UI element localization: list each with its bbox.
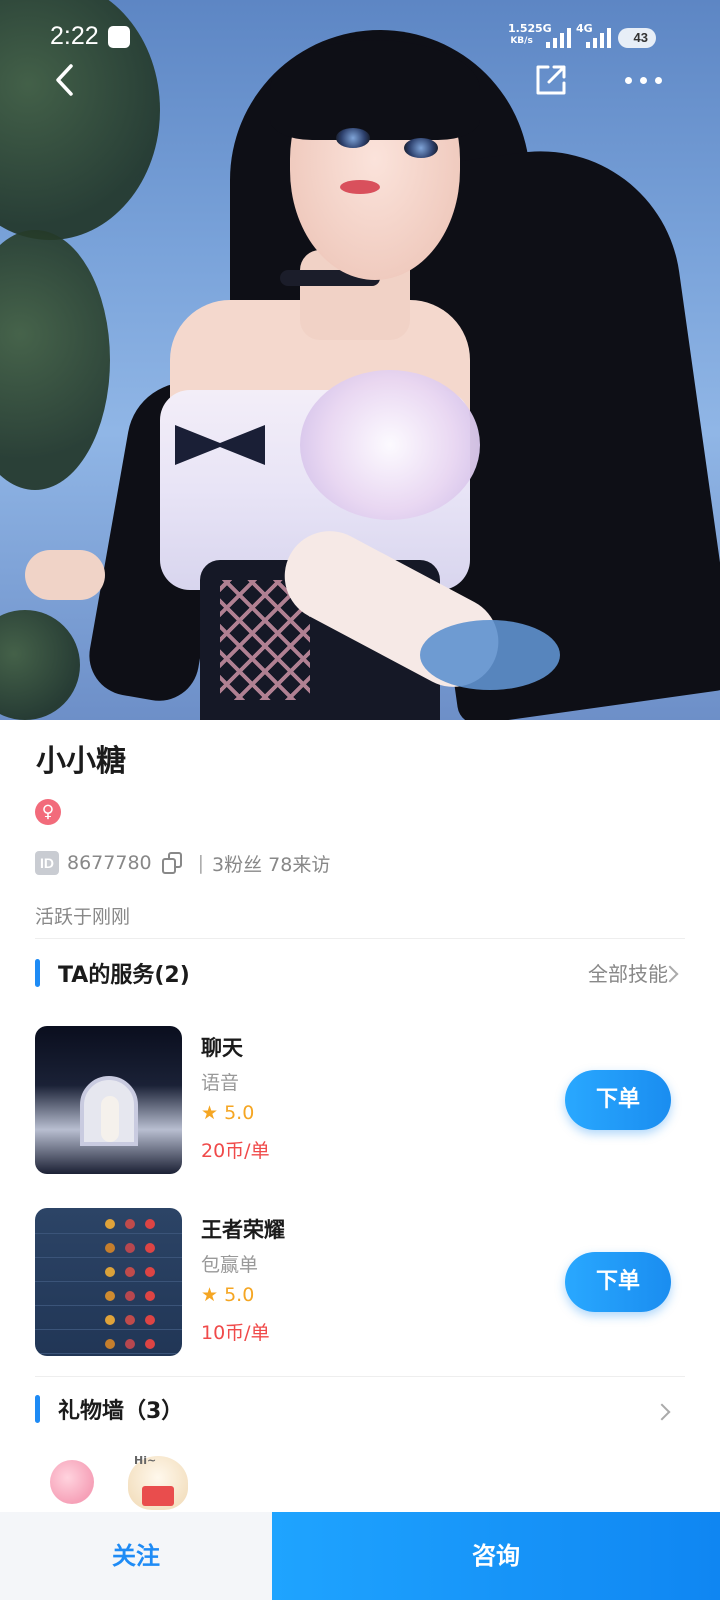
skirt: [420, 620, 560, 690]
signal-icon: [546, 28, 571, 48]
divider: [35, 938, 685, 939]
user-id: 8677780: [67, 852, 152, 874]
service-rating: ★ 5.0: [201, 1284, 254, 1306]
female-gender-icon: ♀: [35, 799, 61, 825]
share-icon: [536, 65, 566, 95]
tree-foliage: [0, 230, 110, 490]
bottom-action-bar: 关注 咨询: [0, 1512, 720, 1600]
service-thumbnail: [35, 1208, 182, 1356]
more-dots-icon: [624, 76, 662, 84]
service-subtitle: 语音: [201, 1072, 240, 1094]
service-rating: ★ 5.0: [201, 1102, 254, 1124]
gift-wall-section-title: 礼物墙（3）: [35, 1392, 183, 1426]
service-title: 王者荣耀: [201, 1218, 285, 1242]
divider: [35, 1376, 685, 1377]
fans-visits-count: 3粉丝 78来访: [212, 853, 331, 876]
eye: [404, 138, 438, 158]
notification-icon: [108, 26, 130, 48]
eye: [336, 128, 370, 148]
gift-wall-title-text: 礼物墙（3）: [58, 1399, 184, 1424]
profile-name: 小小糖: [36, 744, 126, 779]
gift-wall-list[interactable]: Hi~: [40, 1454, 240, 1520]
network-speed-unit: KB/s: [510, 36, 533, 46]
hand: [25, 550, 105, 600]
section-accent-bar: [35, 1395, 40, 1423]
network-speed-value: 1.52: [508, 22, 536, 35]
star-icon: ★: [201, 1102, 219, 1124]
rating-value: 5.0: [224, 1284, 255, 1306]
chevron-right-icon[interactable]: [653, 1403, 671, 1421]
service-card-honor-of-kings[interactable]: 王者荣耀 包赢单 ★ 5.0 10币/单 下单: [35, 1208, 685, 1356]
service-subtitle: 包赢单: [201, 1254, 259, 1276]
consult-button[interactable]: 咨询: [272, 1512, 720, 1600]
status-time: 2:22: [50, 22, 99, 50]
signal-icon: [586, 28, 611, 48]
service-card-chat[interactable]: 聊天 语音 ★ 5.0 20币/单 下单: [35, 1026, 685, 1174]
active-status: 活跃于刚刚: [35, 906, 131, 928]
back-arrow-icon: [56, 64, 73, 96]
order-button[interactable]: 下单: [565, 1070, 671, 1130]
services-section-title: TA的服务(2): [35, 956, 190, 990]
gift-icon[interactable]: Hi~: [128, 1454, 188, 1510]
more-button[interactable]: [618, 60, 668, 100]
all-skills-link[interactable]: 全部技能: [588, 958, 668, 987]
tree-foliage: [0, 610, 80, 720]
battery-icon: 43: [618, 28, 656, 48]
back-button[interactable]: [44, 60, 84, 100]
service-price: 20币/单: [201, 1140, 270, 1162]
star-icon: ★: [201, 1284, 219, 1306]
share-button[interactable]: [531, 60, 571, 100]
follow-button[interactable]: 关注: [0, 1512, 272, 1600]
profile-cover-photo[interactable]: [0, 0, 720, 720]
id-badge-icon: ID: [35, 851, 59, 875]
service-thumbnail: [35, 1026, 182, 1174]
rating-value: 5.0: [224, 1102, 255, 1124]
order-button[interactable]: 下单: [565, 1252, 671, 1312]
dress-sleeve: [300, 370, 480, 520]
services-title-text: TA的服务(2): [58, 963, 190, 988]
copy-icon[interactable]: [161, 852, 184, 874]
separator: |: [197, 852, 205, 874]
service-title: 聊天: [201, 1036, 243, 1060]
status-bar: 2:22 1.52 KB/s 5G 4G 43: [0, 0, 720, 76]
service-price: 10币/单: [201, 1322, 270, 1344]
id-row: ID 8677780 | 3粉丝 78来访: [35, 850, 330, 876]
gift-sticker-text: Hi~: [134, 1454, 157, 1467]
section-accent-bar: [35, 959, 40, 987]
gift-icon[interactable]: [50, 1460, 94, 1504]
network-speed: 1.52 KB/s: [508, 22, 535, 48]
lips: [340, 180, 380, 194]
